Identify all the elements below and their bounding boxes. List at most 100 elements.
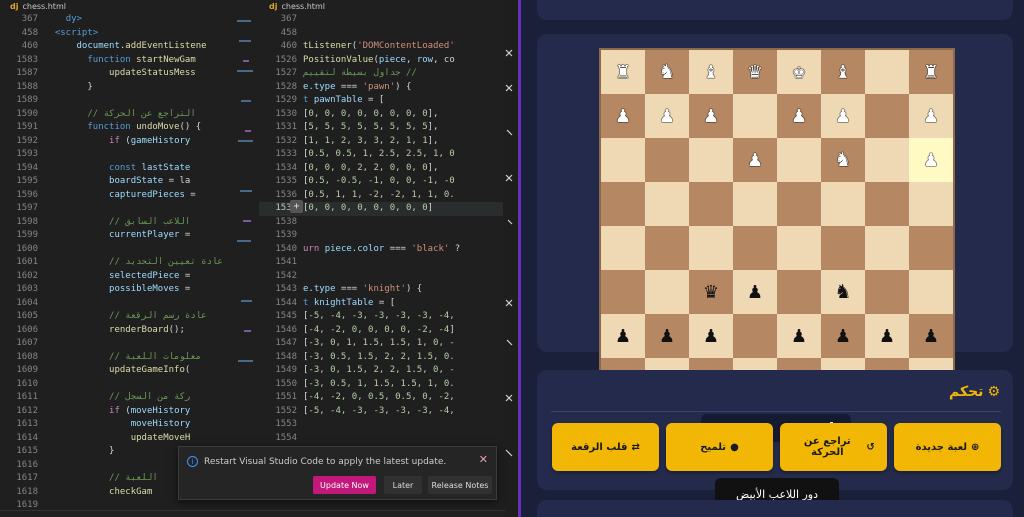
- black-queen-icon[interactable]: ♛: [704, 281, 717, 303]
- code-line[interactable]: 1594 const lastState: [0, 162, 190, 176]
- board-square[interactable]: [821, 226, 865, 270]
- code-line[interactable]: 1605 // عادة رسم الرقعة: [0, 310, 206, 324]
- code-line[interactable]: 1597: [0, 202, 44, 216]
- code-line[interactable]: 1603 possibleMoves =: [0, 283, 190, 297]
- board-square[interactable]: [733, 314, 777, 358]
- board-square[interactable]: ♚: [777, 50, 821, 94]
- code-line[interactable]: 1538: [259, 216, 303, 230]
- editor-tab-left[interactable]: dj chess.html: [0, 0, 245, 13]
- fold-add-icon[interactable]: +: [290, 200, 303, 213]
- code-line[interactable]: 1614 updateMoveH: [0, 432, 190, 446]
- code-line[interactable]: 1610: [0, 378, 44, 392]
- release-notes-button[interactable]: Release Notes: [428, 476, 492, 494]
- editor-pane-left[interactable]: dj chess.html 367 dy> 458 <script> 460 doc…: [0, 0, 245, 517]
- code-line[interactable]: 1616: [0, 459, 44, 473]
- board-square[interactable]: [865, 138, 909, 182]
- board-square[interactable]: ♟: [909, 138, 953, 182]
- code-line[interactable]: 1528 e.type === 'pawn') {: [259, 81, 411, 95]
- white-pawn-icon[interactable]: ♟: [792, 105, 805, 127]
- board-square[interactable]: [733, 182, 777, 226]
- board-square[interactable]: [733, 226, 777, 270]
- white-pawn-icon[interactable]: ♟: [836, 105, 849, 127]
- flip-board-button[interactable]: ⇄ قلب الرقعة: [552, 423, 659, 471]
- board-square[interactable]: ♜: [909, 50, 953, 94]
- board-square[interactable]: ♝: [689, 50, 733, 94]
- code-line[interactable]: 1547 [-3, 0, 1, 1.5, 1.5, 1, 0, -: [259, 337, 454, 351]
- scrollbar-gutter[interactable]: [503, 0, 517, 517]
- code-line[interactable]: 1540 urn piece.color === 'black' ?: [259, 243, 460, 257]
- white-pawn-icon[interactable]: ♟: [616, 105, 629, 127]
- close-icon[interactable]: ✕: [479, 453, 488, 466]
- black-pawn-icon[interactable]: ♟: [836, 325, 849, 347]
- board-square[interactable]: ♟: [865, 314, 909, 358]
- white-knight-icon[interactable]: ♞: [836, 149, 849, 171]
- board-square[interactable]: ♟: [777, 94, 821, 138]
- code-line[interactable]: 1546 [-4, -2, 0, 0, 0, 0, -2, -4]: [259, 324, 454, 338]
- code-line[interactable]: 1543 e.type === 'knight') {: [259, 283, 422, 297]
- board-square[interactable]: ♟: [645, 314, 689, 358]
- black-pawn-icon[interactable]: ♟: [792, 325, 805, 347]
- code-line[interactable]: 1596 capturedPieces =: [0, 189, 195, 203]
- code-line[interactable]: 1534 [0, 0, 0, 2, 2, 0, 0, 0],: [259, 162, 438, 176]
- black-pawn-icon[interactable]: ♟: [880, 325, 893, 347]
- board-square[interactable]: ♛: [689, 270, 733, 314]
- white-queen-icon[interactable]: ♛: [748, 61, 761, 83]
- board-square[interactable]: ♞: [821, 138, 865, 182]
- code-line[interactable]: 1592 if (gameHistory: [0, 135, 190, 149]
- board-square[interactable]: ♟: [601, 314, 645, 358]
- code-line[interactable]: 1531 [5, 5, 5, 5, 5, 5, 5, 5],: [259, 121, 438, 135]
- white-pawn-icon[interactable]: ♟: [704, 105, 717, 127]
- code-line[interactable]: 460 tListener('DOMContentLoaded': [259, 40, 455, 54]
- board-square[interactable]: [733, 94, 777, 138]
- white-king-icon[interactable]: ♚: [792, 61, 805, 83]
- code-line[interactable]: 1608 // معلومات اللعبة: [0, 351, 201, 365]
- board-square[interactable]: [777, 182, 821, 226]
- minimap-left[interactable]: [235, 0, 259, 517]
- code-line[interactable]: 1606 renderBoard();: [0, 324, 185, 338]
- code-line[interactable]: 1598 // اللاعب السابق: [0, 216, 190, 230]
- board-square[interactable]: ♟: [733, 138, 777, 182]
- code-line[interactable]: 1589: [0, 94, 44, 108]
- later-button[interactable]: Later: [384, 476, 422, 494]
- code-line[interactable]: 1530 [0, 0, 0, 0, 0, 0, 0, 0],: [259, 108, 438, 122]
- code-line[interactable]: 1548 [-3, 0.5, 1.5, 2, 2, 1.5, 0.: [259, 351, 454, 365]
- white-pawn-icon[interactable]: ♟: [748, 149, 761, 171]
- board-square[interactable]: [689, 226, 733, 270]
- board-square[interactable]: ♟: [645, 94, 689, 138]
- code-line[interactable]: 1599 currentPlayer =: [0, 229, 190, 243]
- white-rook-icon[interactable]: ♜: [616, 61, 629, 83]
- board-square[interactable]: [645, 226, 689, 270]
- code-line[interactable]: 1536 [0.5, 1, 1, -2, -2, 1, 1, 0.: [259, 189, 454, 203]
- board-square[interactable]: [777, 138, 821, 182]
- board-square[interactable]: ♛: [733, 50, 777, 94]
- undo-button[interactable]: ↺ تراجع عن الحركة: [780, 423, 887, 471]
- hint-button[interactable]: ● تلميح: [666, 423, 773, 471]
- board-square[interactable]: [909, 270, 953, 314]
- board-square[interactable]: [601, 270, 645, 314]
- board-square[interactable]: [909, 182, 953, 226]
- board-square[interactable]: [601, 182, 645, 226]
- code-line[interactable]: 1618 checkGam: [0, 486, 152, 500]
- code-line[interactable]: 1554: [259, 432, 303, 446]
- code-line[interactable]: 1602 selectedPiece =: [0, 270, 190, 284]
- board-square[interactable]: [689, 182, 733, 226]
- board-square[interactable]: ♟: [909, 314, 953, 358]
- code-line[interactable]: 1600: [0, 243, 44, 257]
- code-line[interactable]: 1545 [-5, -4, -3, -3, -3, -3, -4,: [259, 310, 454, 324]
- black-pawn-icon[interactable]: ♟: [704, 325, 717, 347]
- code-line[interactable]: 1551 [-4, -2, 0, 0.5, 0.5, 0, -2,: [259, 391, 454, 405]
- code-line[interactable]: 1612 if (moveHistory: [0, 405, 190, 419]
- board-square[interactable]: [645, 138, 689, 182]
- board-square[interactable]: [865, 270, 909, 314]
- board-square[interactable]: ♝: [821, 50, 865, 94]
- code-line[interactable]: 458 <script>: [0, 27, 98, 41]
- black-pawn-icon[interactable]: ♟: [924, 325, 937, 347]
- board-square[interactable]: ♟: [777, 314, 821, 358]
- board-square[interactable]: [909, 226, 953, 270]
- white-pawn-icon[interactable]: ♟: [924, 149, 937, 171]
- board-square[interactable]: [865, 94, 909, 138]
- code-line[interactable]: 1533 [0.5, 0.5, 1, 2.5, 2.5, 1, 0: [259, 148, 454, 162]
- board-square[interactable]: ♞: [645, 50, 689, 94]
- code-line[interactable]: 1535 [0.5, -0.5, -1, 0, 0, -1, -0: [259, 175, 454, 189]
- code-line[interactable]: 1591 function undoMove() {: [0, 121, 201, 135]
